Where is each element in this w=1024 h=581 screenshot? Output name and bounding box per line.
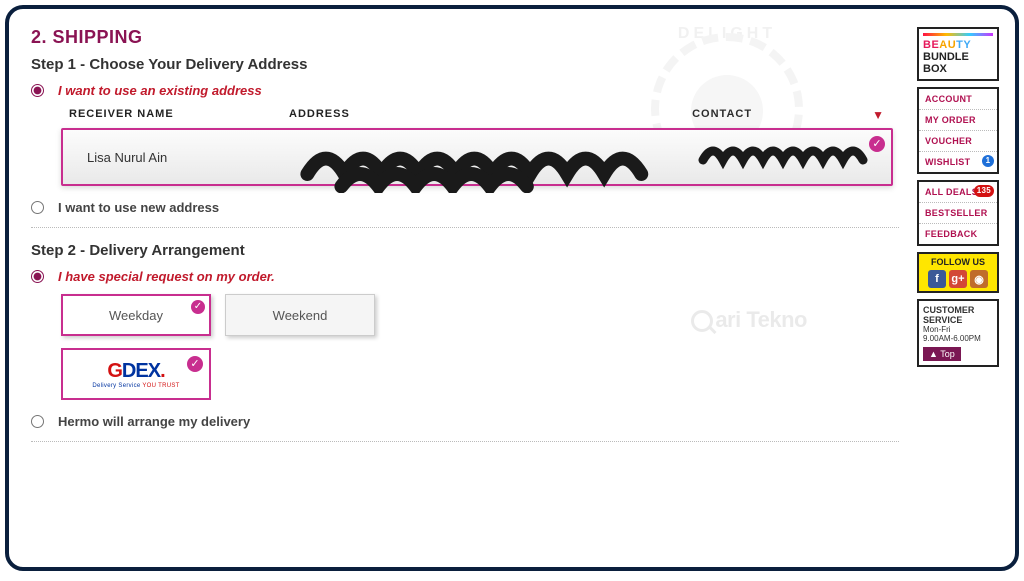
address-table-header: RECEIVER NAME ADDRESS CONTACT ▼ (31, 108, 899, 128)
address-redacted (295, 140, 697, 174)
radio-auto-arrange[interactable] (31, 415, 44, 428)
weekday-button[interactable]: Weekday ✓ (61, 294, 211, 336)
sidebar-item-wishlist[interactable]: WISHLIST1 (919, 152, 997, 172)
weekend-button[interactable]: Weekend (225, 294, 375, 336)
sidebar-item-bestseller[interactable]: BESTSELLER (919, 203, 997, 224)
customer-service-box: CUSTOMER SERVICE Mon-Fri 9.00AM-6.00PM ▲… (917, 299, 999, 367)
sidebar-item-feedback[interactable]: FEEDBACK (919, 224, 997, 244)
address-row-selected[interactable]: Lisa Nurul Ain ✓ (61, 128, 893, 186)
sidebar-item-all-deals[interactable]: ALL DEALS135 (919, 182, 997, 203)
badge: 135 (974, 185, 994, 197)
step2-title: Step 2 - Delivery Arrangement (31, 242, 899, 259)
radio-existing-address[interactable] (31, 84, 44, 97)
follow-us: FOLLOW US f g+ ◉ (917, 252, 999, 293)
contact-redacted (697, 140, 877, 174)
facebook-icon[interactable]: f (928, 270, 946, 288)
sidebar-item-voucher[interactable]: VOUCHER (919, 131, 997, 152)
label-special-request: I have special request on my order. (58, 269, 275, 284)
caret-down-icon[interactable]: ▼ (872, 108, 885, 122)
label-new-address: I want to use new address (58, 200, 219, 215)
radio-special-request[interactable] (31, 270, 44, 283)
back-to-top-button[interactable]: ▲ Top (923, 347, 961, 361)
step1-title: Step 1 - Choose Your Delivery Address (31, 56, 899, 73)
section-title: 2. SHIPPING (31, 27, 899, 48)
promo-banner[interactable]: BEAUTY BUNDLE BOX (917, 27, 999, 81)
check-icon: ✓ (187, 356, 203, 372)
gdex-tagline: Delivery Service YOU TRUST (92, 383, 179, 389)
label-auto-arrange: Hermo will arrange my delivery (58, 414, 250, 429)
sidebar-item-my-order[interactable]: MY ORDER (919, 110, 997, 131)
badge: 1 (982, 155, 994, 167)
label-existing-address: I want to use an existing address (58, 83, 262, 98)
googleplus-icon[interactable]: g+ (949, 270, 967, 288)
divider (31, 227, 899, 228)
check-icon: ✓ (869, 136, 885, 152)
courier-gdex-button[interactable]: GDEX. Delivery Service YOU TRUST ✓ (61, 348, 211, 400)
divider (31, 441, 899, 442)
check-icon: ✓ (191, 300, 205, 314)
gdex-logo: GDEX. (107, 360, 164, 383)
radio-new-address[interactable] (31, 201, 44, 214)
sidebar-item-account[interactable]: ACCOUNT (919, 89, 997, 110)
instagram-icon[interactable]: ◉ (970, 270, 988, 288)
receiver-name: Lisa Nurul Ain (87, 150, 295, 165)
